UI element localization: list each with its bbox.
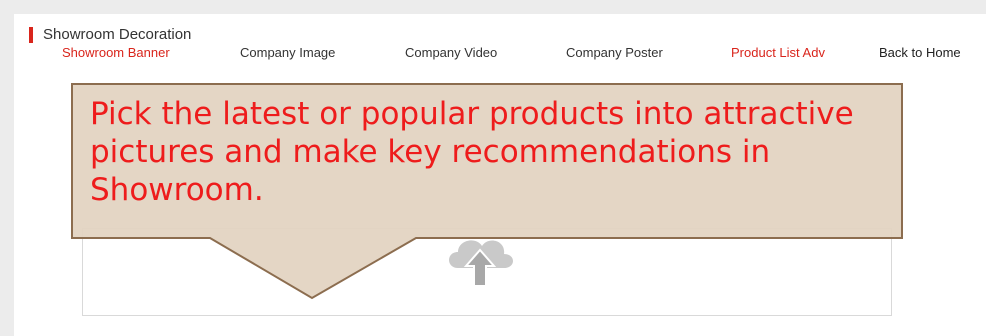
tab-company-poster[interactable]: Company Poster bbox=[566, 45, 663, 60]
section-marker bbox=[29, 27, 33, 43]
section-title: Showroom Decoration bbox=[43, 26, 192, 43]
tab-company-image[interactable]: Company Image bbox=[240, 45, 335, 60]
back-to-home-link[interactable]: Back to Home bbox=[879, 45, 961, 60]
tab-showroom-banner[interactable]: Showroom Banner bbox=[62, 45, 170, 60]
cloud-upload-icon[interactable] bbox=[440, 230, 520, 290]
tab-company-video[interactable]: Company Video bbox=[405, 45, 497, 60]
tab-product-list-adv[interactable]: Product List Adv bbox=[731, 45, 825, 60]
